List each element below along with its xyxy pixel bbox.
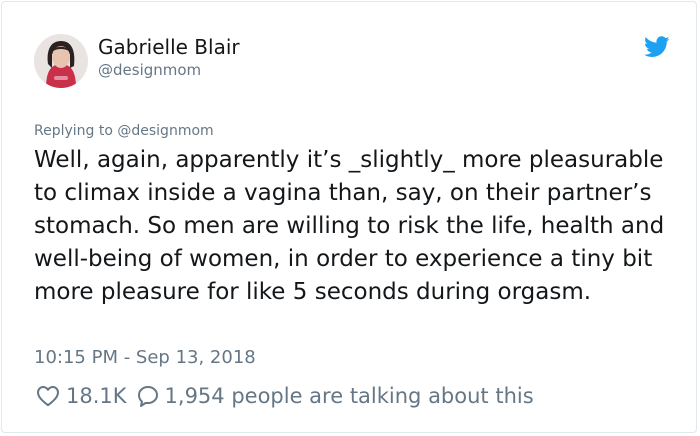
avatar-image — [34, 34, 88, 88]
tweet-text: Well, again, apparently it’s _slightly_ … — [34, 147, 665, 305]
like-count[interactable]: 18.1K — [66, 384, 127, 408]
timestamp[interactable]: 10:15 PM - Sep 13, 2018 — [34, 347, 256, 368]
tweet-card: Gabrielle Blair @designmom Replying to @… — [1, 1, 697, 433]
talking-about-link[interactable]: 1,954 people are talking about this — [165, 384, 534, 408]
replying-to[interactable]: Replying to @designmom — [34, 123, 214, 139]
heart-outline-icon[interactable] — [36, 385, 60, 407]
author-handle[interactable]: @designmom — [98, 61, 201, 79]
avatar[interactable] — [34, 34, 88, 88]
author-display-name[interactable]: Gabrielle Blair — [98, 35, 240, 59]
speech-bubble-icon[interactable] — [137, 385, 159, 407]
twitter-bird-icon[interactable] — [643, 36, 670, 58]
tweet-actions: 18.1K 1,954 people are talking about thi… — [36, 383, 534, 409]
